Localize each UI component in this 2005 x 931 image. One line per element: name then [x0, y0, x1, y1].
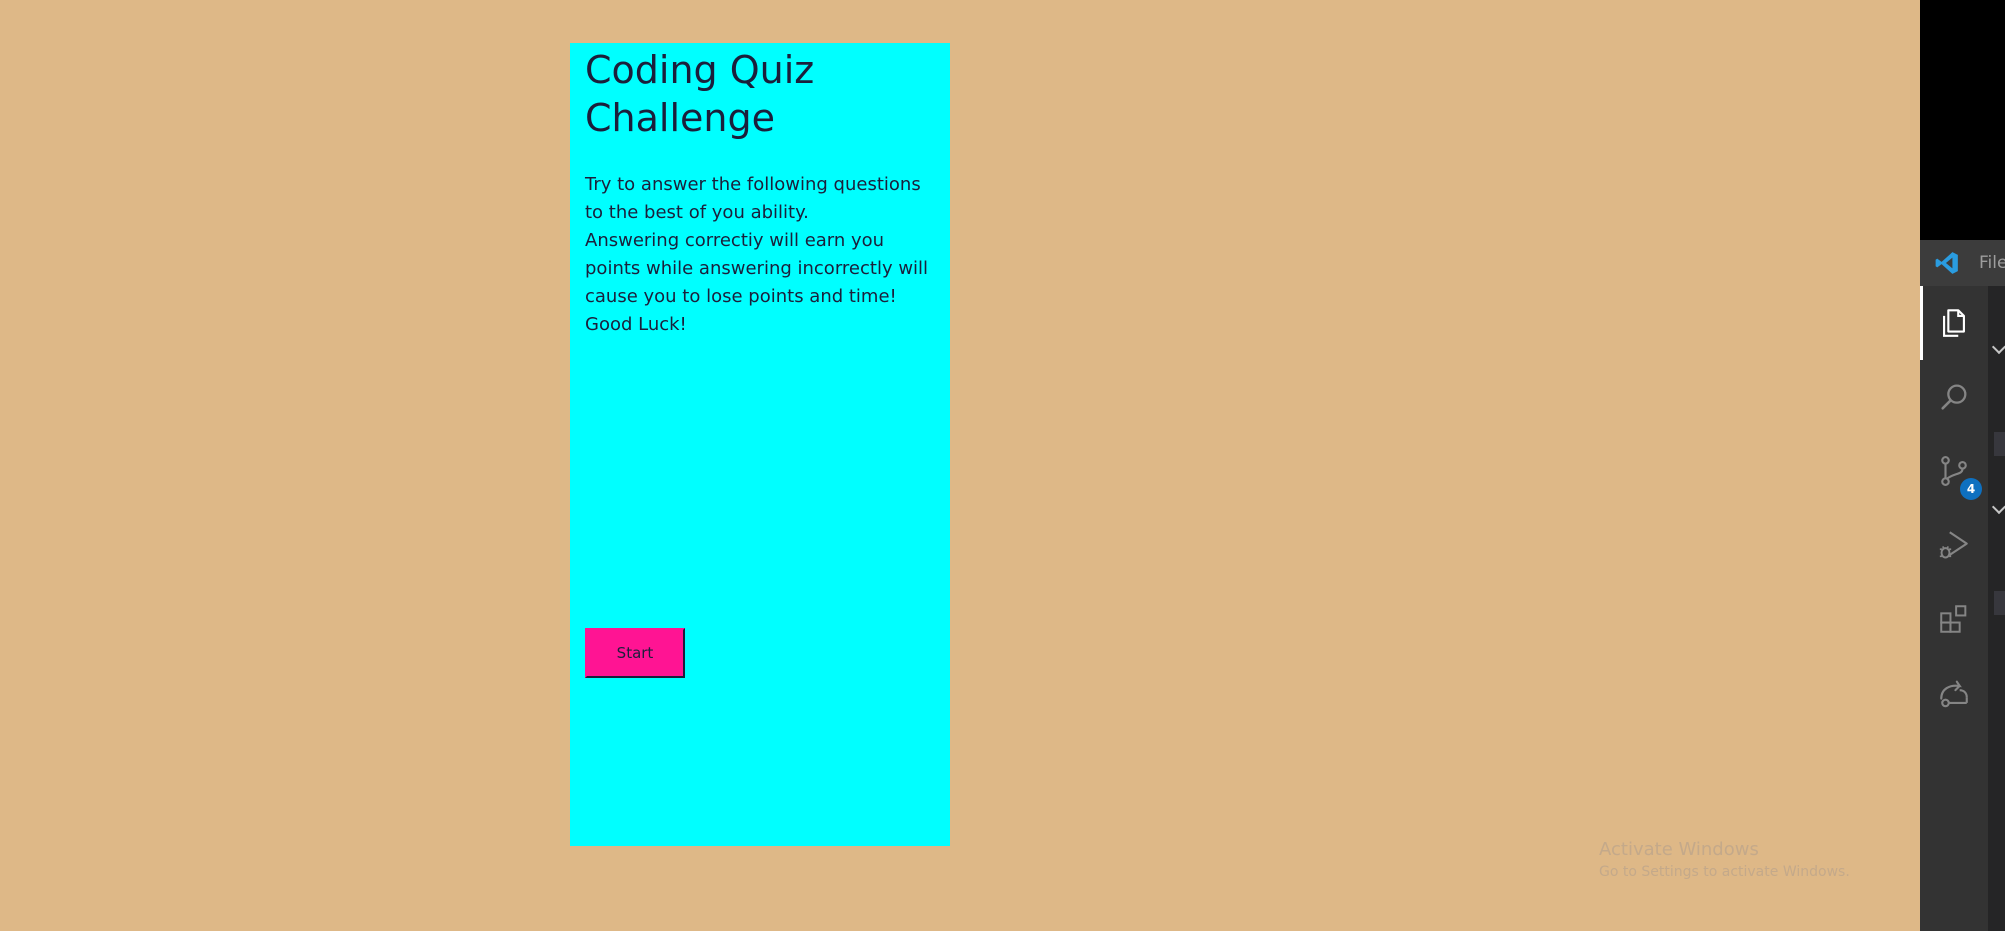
start-button[interactable]: Start — [585, 628, 685, 678]
activity-extensions[interactable] — [1920, 582, 1988, 656]
chevron-down-icon[interactable] — [1991, 499, 2005, 515]
vscode-black-region — [1920, 0, 2005, 240]
watermark-subtitle: Go to Settings to activate Windows. — [1599, 864, 1850, 880]
search-icon — [1941, 384, 1967, 410]
tree-row[interactable] — [1994, 591, 2005, 615]
quiz-intro: Try to answer the following questions to… — [585, 171, 935, 339]
activity-remote-explorer[interactable] — [1920, 656, 1988, 730]
tree-row[interactable] — [1994, 432, 2005, 456]
chevron-down-icon[interactable] — [1991, 339, 2005, 355]
browser-viewport: Coding Quiz Challenge Try to answer the … — [0, 0, 2005, 931]
intro-line: Answering correctiy will earn you points… — [585, 230, 929, 307]
source-control-badge: 4 — [1960, 478, 1982, 500]
explorer-icon — [1943, 309, 1965, 337]
activity-bar: 4 — [1920, 286, 1988, 931]
vscode-window: File 4 — [1920, 0, 2005, 931]
quiz-card: Coding Quiz Challenge Try to answer the … — [570, 43, 950, 846]
quiz-title: Coding Quiz Challenge — [585, 48, 815, 140]
intro-line: Good Luck! — [585, 314, 687, 335]
activate-windows-watermark: Activate Windows Go to Settings to activ… — [1599, 838, 1850, 882]
activity-run-debug[interactable] — [1920, 508, 1988, 582]
vscode-titlebar: File — [1920, 240, 2005, 286]
vscode-logo-icon — [1935, 252, 1958, 274]
activity-search[interactable] — [1920, 360, 1988, 434]
menu-file[interactable]: File — [1979, 253, 2005, 273]
extensions-icon — [1940, 605, 1967, 633]
activity-source-control[interactable]: 4 — [1920, 434, 1988, 508]
activity-explorer[interactable] — [1920, 286, 1988, 360]
watermark-title: Activate Windows — [1599, 839, 1759, 860]
intro-line: Try to answer the following questions to… — [585, 174, 921, 223]
remote-explorer-icon — [1940, 680, 1968, 708]
run-debug-icon — [1939, 531, 1968, 559]
side-panel — [1988, 286, 2005, 931]
